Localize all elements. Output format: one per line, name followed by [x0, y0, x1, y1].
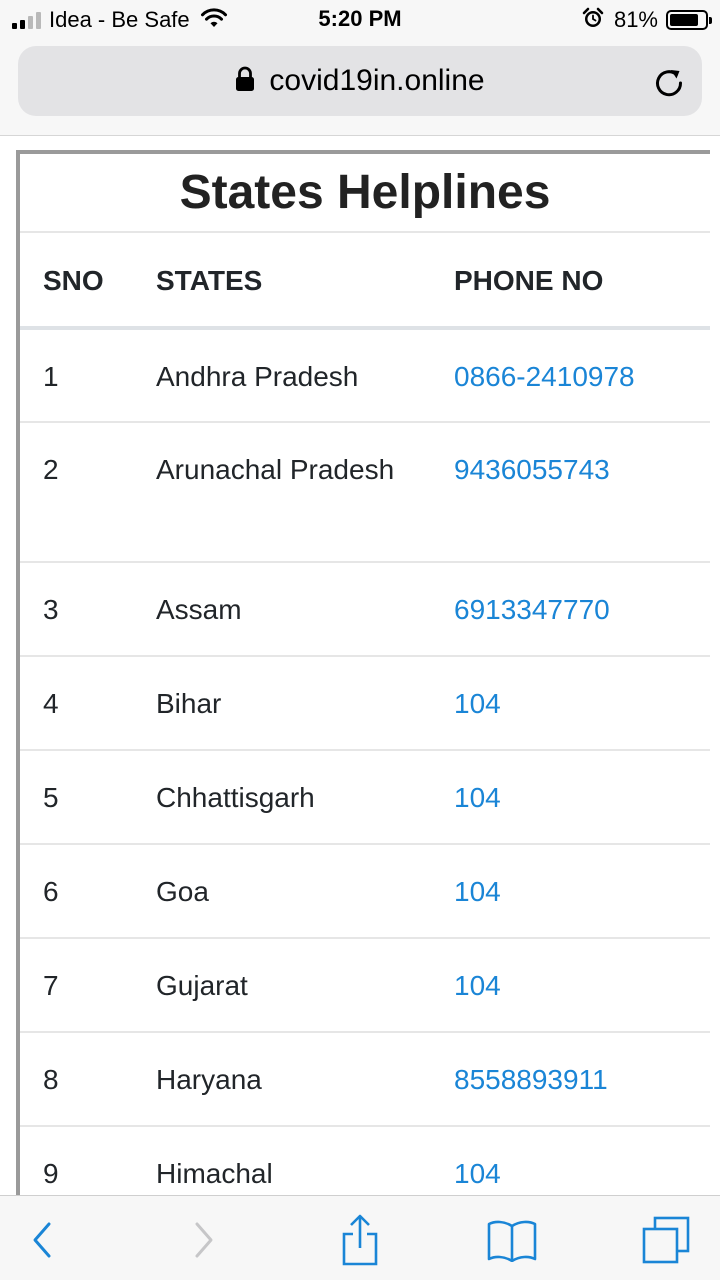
table-header-row: SNO STATES PHONE NO: [20, 233, 710, 330]
back-icon: [33, 1222, 51, 1258]
row-sno: 9: [20, 1126, 156, 1195]
carrier-name: Idea - Be Safe: [49, 7, 190, 32]
row-sno: 4: [20, 656, 156, 751]
table-row: 7 Gujarat 104: [20, 938, 710, 1033]
back-button[interactable]: [16, 1214, 68, 1266]
phone-link[interactable]: 104: [454, 656, 710, 751]
share-button[interactable]: [334, 1214, 386, 1266]
phone-link[interactable]: 8558893911: [454, 1032, 710, 1127]
helplines-table: SNO STATES PHONE NO 1 Andhra Pradesh 086…: [20, 233, 710, 1195]
phone-link[interactable]: 0866-2410978: [454, 328, 710, 423]
bookmarks-button[interactable]: [486, 1214, 538, 1266]
row-state: Andhra Pradesh: [156, 328, 454, 423]
wifi-icon: [200, 7, 228, 34]
table-row: 2 Arunachal Pradesh 9436055743: [20, 422, 710, 563]
browser-toolbar: [0, 1195, 720, 1280]
table-row: 4 Bihar 104: [20, 656, 710, 751]
battery-percentage: 81%: [613, 7, 658, 32]
alarm-icon: [582, 7, 604, 34]
column-header-sno: SNO: [20, 233, 156, 330]
phone-link[interactable]: 104: [454, 938, 710, 1033]
row-sno: 7: [20, 938, 156, 1033]
forward-icon: [195, 1222, 213, 1258]
reload-icon[interactable]: [652, 66, 686, 100]
tabs-button[interactable]: [640, 1214, 692, 1266]
phone-link[interactable]: 9436055743: [454, 422, 710, 563]
browser-address-area: covid19in.online: [0, 40, 720, 136]
signal-strength-icon: [12, 11, 41, 29]
web-page-content[interactable]: States Helplines SNO STATES PHONE NO 1 A…: [0, 137, 720, 1195]
table-row: 6 Goa 104: [20, 844, 710, 939]
table-row: 5 Chhattisgarh 104: [20, 750, 710, 845]
row-state: Bihar: [156, 656, 454, 751]
phone-link[interactable]: 104: [454, 844, 710, 939]
status-bar: Idea - Be Safe 5:20 PM 81%: [0, 0, 720, 40]
table-row: 8 Haryana 8558893911: [20, 1032, 710, 1127]
page-title: States Helplines: [20, 154, 710, 233]
row-state: Arunachal Pradesh: [156, 422, 454, 563]
url-text: covid19in.online: [269, 64, 485, 97]
row-state: Assam: [156, 562, 454, 657]
lock-icon: [235, 66, 255, 97]
row-state: Chhattisgarh: [156, 750, 454, 845]
row-state: Gujarat: [156, 938, 454, 1033]
column-header-phone: PHONE NO: [454, 233, 710, 330]
bookmarks-icon: [487, 1220, 537, 1262]
table-row: 1 Andhra Pradesh 0866-2410978: [20, 328, 710, 423]
helplines-card: States Helplines SNO STATES PHONE NO 1 A…: [16, 150, 710, 1195]
column-header-states: STATES: [156, 233, 454, 330]
share-icon: [342, 1214, 378, 1266]
phone-link[interactable]: 104: [454, 750, 710, 845]
row-sno: 1: [20, 328, 156, 423]
row-state: Goa: [156, 844, 454, 939]
battery-icon: [666, 10, 712, 30]
tabs-icon: [642, 1216, 690, 1264]
row-sno: 5: [20, 750, 156, 845]
row-state: Haryana: [156, 1032, 454, 1127]
row-sno: 3: [20, 562, 156, 657]
row-sno: 8: [20, 1032, 156, 1127]
row-sno: 6: [20, 844, 156, 939]
phone-link[interactable]: 104: [454, 1126, 710, 1195]
phone-link[interactable]: 6913347770: [454, 562, 710, 657]
table-row: 9 Himachal 104: [20, 1126, 710, 1195]
row-sno: 2: [20, 422, 156, 563]
address-bar[interactable]: covid19in.online: [18, 46, 702, 116]
row-state: Himachal: [156, 1126, 454, 1195]
forward-button[interactable]: [178, 1214, 230, 1266]
table-row: 3 Assam 6913347770: [20, 562, 710, 657]
